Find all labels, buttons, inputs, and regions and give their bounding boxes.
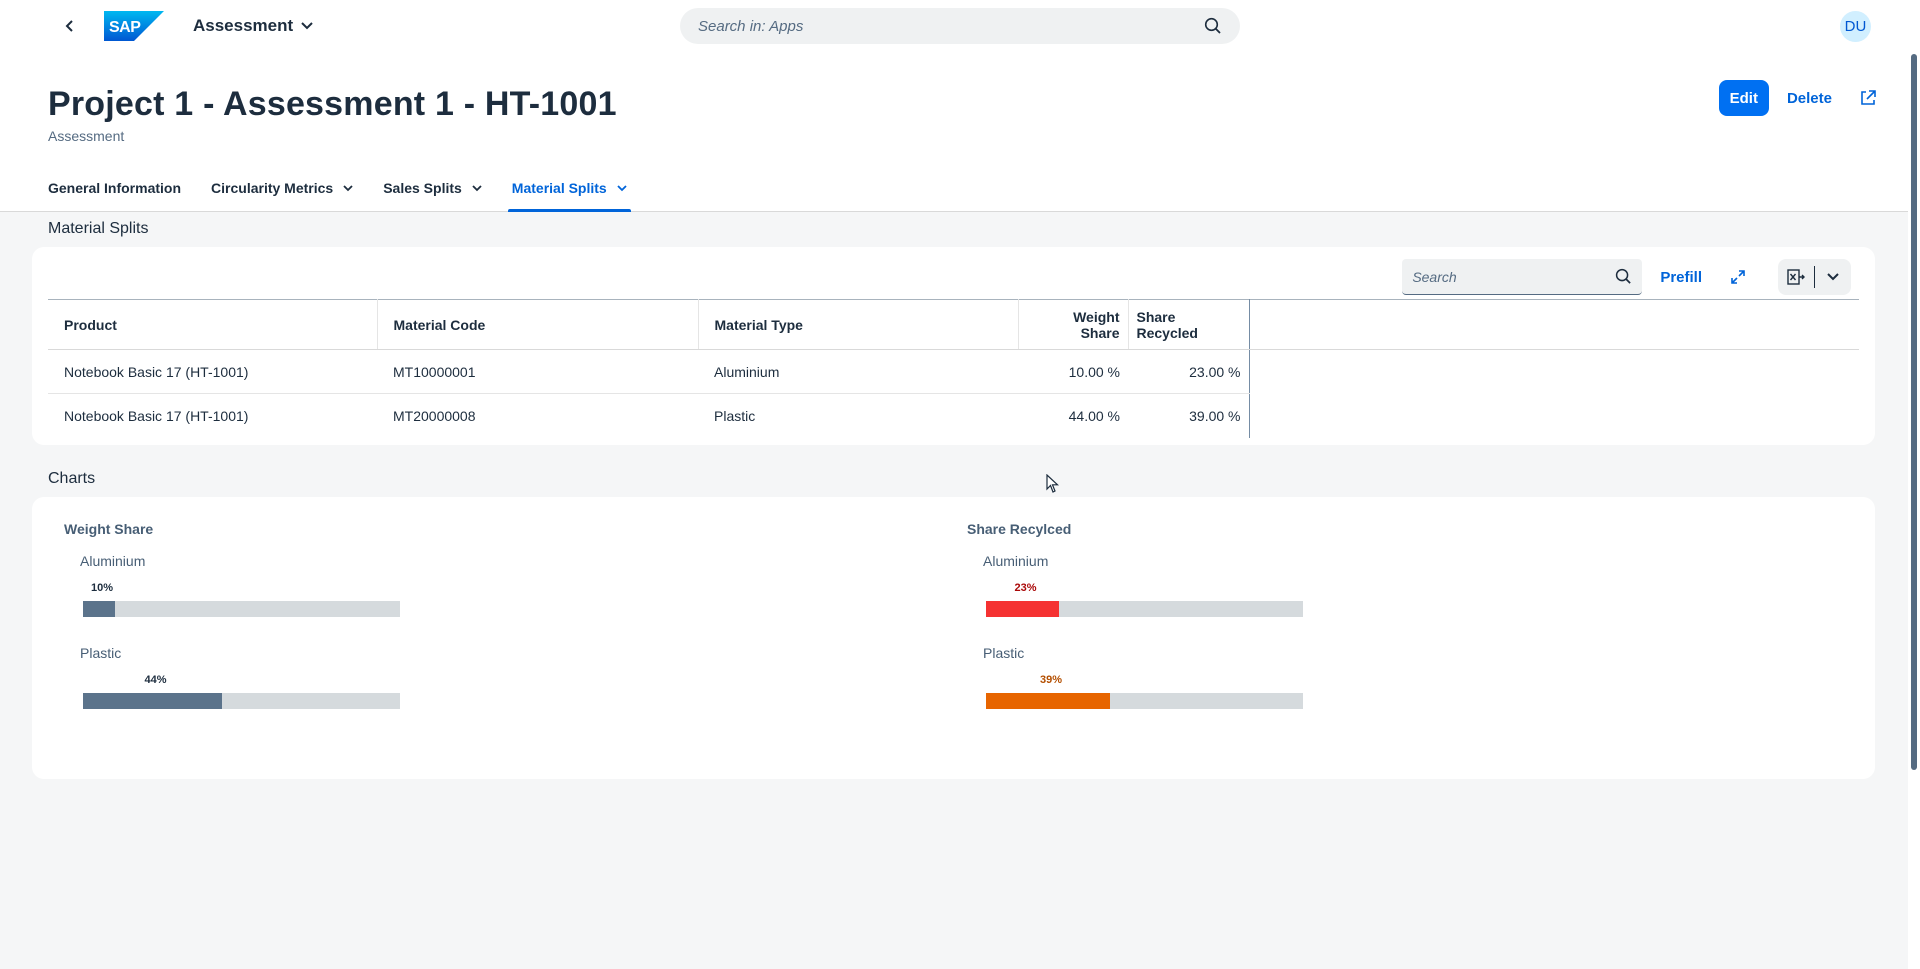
app-title-menu[interactable]: Assessment xyxy=(193,16,313,36)
table-search xyxy=(1402,259,1643,295)
bar-item: Aluminium 10% xyxy=(80,553,410,617)
cell-material-type: Plastic xyxy=(714,407,756,424)
bar-track xyxy=(83,601,400,617)
cell-share-recycled: 39.00 % xyxy=(1128,393,1250,438)
fullscreen-button[interactable] xyxy=(1720,259,1756,295)
object-header: Project 1 - Assessment 1 - HT-1001 Asses… xyxy=(0,52,1908,212)
column-header-product[interactable]: Product xyxy=(48,299,378,350)
table-filler xyxy=(1249,350,1859,394)
bar-fill xyxy=(986,601,1059,617)
tab-general-information[interactable]: General Information xyxy=(48,180,185,212)
cell-weight-share: 10.00 % xyxy=(1018,349,1128,394)
bar-track xyxy=(986,693,1303,709)
fullscreen-icon xyxy=(1731,270,1745,284)
bar-category-label: Plastic xyxy=(983,645,1025,661)
back-button[interactable] xyxy=(58,14,82,38)
cell-share-recycled: 23.00 % xyxy=(1128,349,1250,394)
page-scrollbar[interactable] xyxy=(1908,52,1920,969)
cell-material-code: MT10000001 xyxy=(377,349,698,394)
tab-label: Circularity Metrics xyxy=(211,180,334,196)
share-button[interactable] xyxy=(1850,80,1886,116)
table-filler xyxy=(1249,299,1859,350)
table-row[interactable]: Notebook Basic 17 (HT-1001) MT10000001 A… xyxy=(48,349,1859,394)
bar-category-label: Plastic xyxy=(80,645,122,661)
cell-material-code: MT20000008 xyxy=(393,407,476,424)
table-row[interactable]: Notebook Basic 17 (HT-1001) MT20000008 P… xyxy=(48,393,1859,438)
chart-title: Weight Share xyxy=(64,521,154,537)
cell-weight-share: 44.00 % xyxy=(1068,407,1120,424)
tab-circularity-metrics[interactable]: Circularity Metrics xyxy=(207,180,357,212)
table-toolbar: Prefill xyxy=(1402,259,1851,295)
bar-track xyxy=(986,601,1303,617)
table-search-input[interactable] xyxy=(1412,268,1616,285)
column-header-material-type[interactable]: Material Type xyxy=(698,299,1019,350)
bar-fill xyxy=(986,693,1110,709)
chart-title: Share Recylced xyxy=(967,521,1072,537)
search-icon[interactable] xyxy=(1615,268,1632,285)
share-icon xyxy=(1861,90,1876,105)
column-header-share-recycled[interactable]: Share Recycled xyxy=(1128,299,1250,350)
shell-bar: SAP Assessment DU xyxy=(0,0,1920,52)
page-title: Project 1 - Assessment 1 - HT-1001 xyxy=(48,85,617,123)
chart-weight-share: Weight Share Aluminium 10% Plastic 44% xyxy=(64,521,764,709)
chevron-down-icon[interactable] xyxy=(343,184,353,192)
export-menu-button[interactable] xyxy=(1815,259,1851,295)
scrollbar-thumb[interactable] xyxy=(1911,54,1917,770)
material-splits-table: Product Material Code Material Type Weig… xyxy=(48,299,1859,438)
excel-export-icon xyxy=(1787,269,1805,285)
edit-button[interactable]: Edit xyxy=(1718,80,1769,116)
global-search-input[interactable] xyxy=(698,17,1204,35)
chevron-down-icon[interactable] xyxy=(617,184,627,192)
table-header-row: Product Material Code Material Type Weig… xyxy=(48,299,1859,350)
bar-value-label: 44% xyxy=(144,674,167,686)
chevron-down-icon[interactable] xyxy=(472,184,482,192)
cell-product: Notebook Basic 17 (HT-1001) xyxy=(64,407,249,424)
bar-item: Plastic 44% xyxy=(80,645,410,709)
tab-label: Sales Splits xyxy=(383,180,462,196)
tab-label: Material Splits xyxy=(511,180,607,196)
export-split-button xyxy=(1778,259,1851,295)
mouse-cursor-icon xyxy=(1046,474,1060,493)
chart-share-recycled: Share Recylced Aluminium 23% Plastic 39% xyxy=(967,521,1667,709)
charts-card: Weight Share Aluminium 10% Plastic 44% Shar… xyxy=(32,497,1875,779)
bar-category-label: Aluminium xyxy=(983,553,1049,569)
cell-product: Notebook Basic 17 (HT-1001) xyxy=(48,349,377,394)
global-search xyxy=(680,8,1240,44)
prefill-button[interactable]: Prefill xyxy=(1650,269,1712,286)
chevron-left-icon xyxy=(65,20,73,32)
app-title: Assessment xyxy=(193,16,294,35)
section-title-material-splits: Material Splits xyxy=(48,220,149,237)
cell-material-type: Aluminium xyxy=(698,349,1018,394)
bar-value-label: 23% xyxy=(1014,582,1037,594)
bar-value-label: 39% xyxy=(1040,674,1063,686)
svg-text:SAP: SAP xyxy=(109,19,141,36)
bar-track xyxy=(83,693,400,709)
chevron-down-icon xyxy=(301,22,313,30)
table-filler xyxy=(1249,394,1859,438)
tab-material-splits[interactable]: Material Splits xyxy=(507,180,631,212)
tab-label: General Information xyxy=(48,180,182,196)
anchor-bar: General Information Circularity Metrics … xyxy=(48,180,653,212)
sap-logo[interactable]: SAP xyxy=(104,11,164,41)
page-subtitle: Assessment xyxy=(48,128,125,144)
bar-fill xyxy=(83,693,222,709)
section-title-charts: Charts xyxy=(48,470,96,487)
delete-button[interactable]: Delete xyxy=(1775,80,1844,116)
column-header-material-code[interactable]: Material Code xyxy=(377,299,699,350)
user-avatar[interactable]: DU xyxy=(1840,11,1871,42)
bar-fill xyxy=(83,601,115,617)
export-excel-button[interactable] xyxy=(1778,259,1814,295)
bar-item: Aluminium 23% xyxy=(983,553,1313,617)
bar-item: Plastic 39% xyxy=(983,645,1313,709)
tab-sales-splits[interactable]: Sales Splits xyxy=(379,180,486,212)
bar-category-label: Aluminium xyxy=(80,553,146,569)
chevron-down-icon xyxy=(1827,273,1839,281)
search-icon[interactable] xyxy=(1204,17,1222,35)
material-splits-card: Prefill Product Material Code Material T… xyxy=(32,247,1875,445)
bar-value-label: 10% xyxy=(91,582,114,594)
column-header-weight-share[interactable]: Weight Share xyxy=(1018,299,1129,350)
header-actions: Edit Delete xyxy=(1718,80,1886,116)
